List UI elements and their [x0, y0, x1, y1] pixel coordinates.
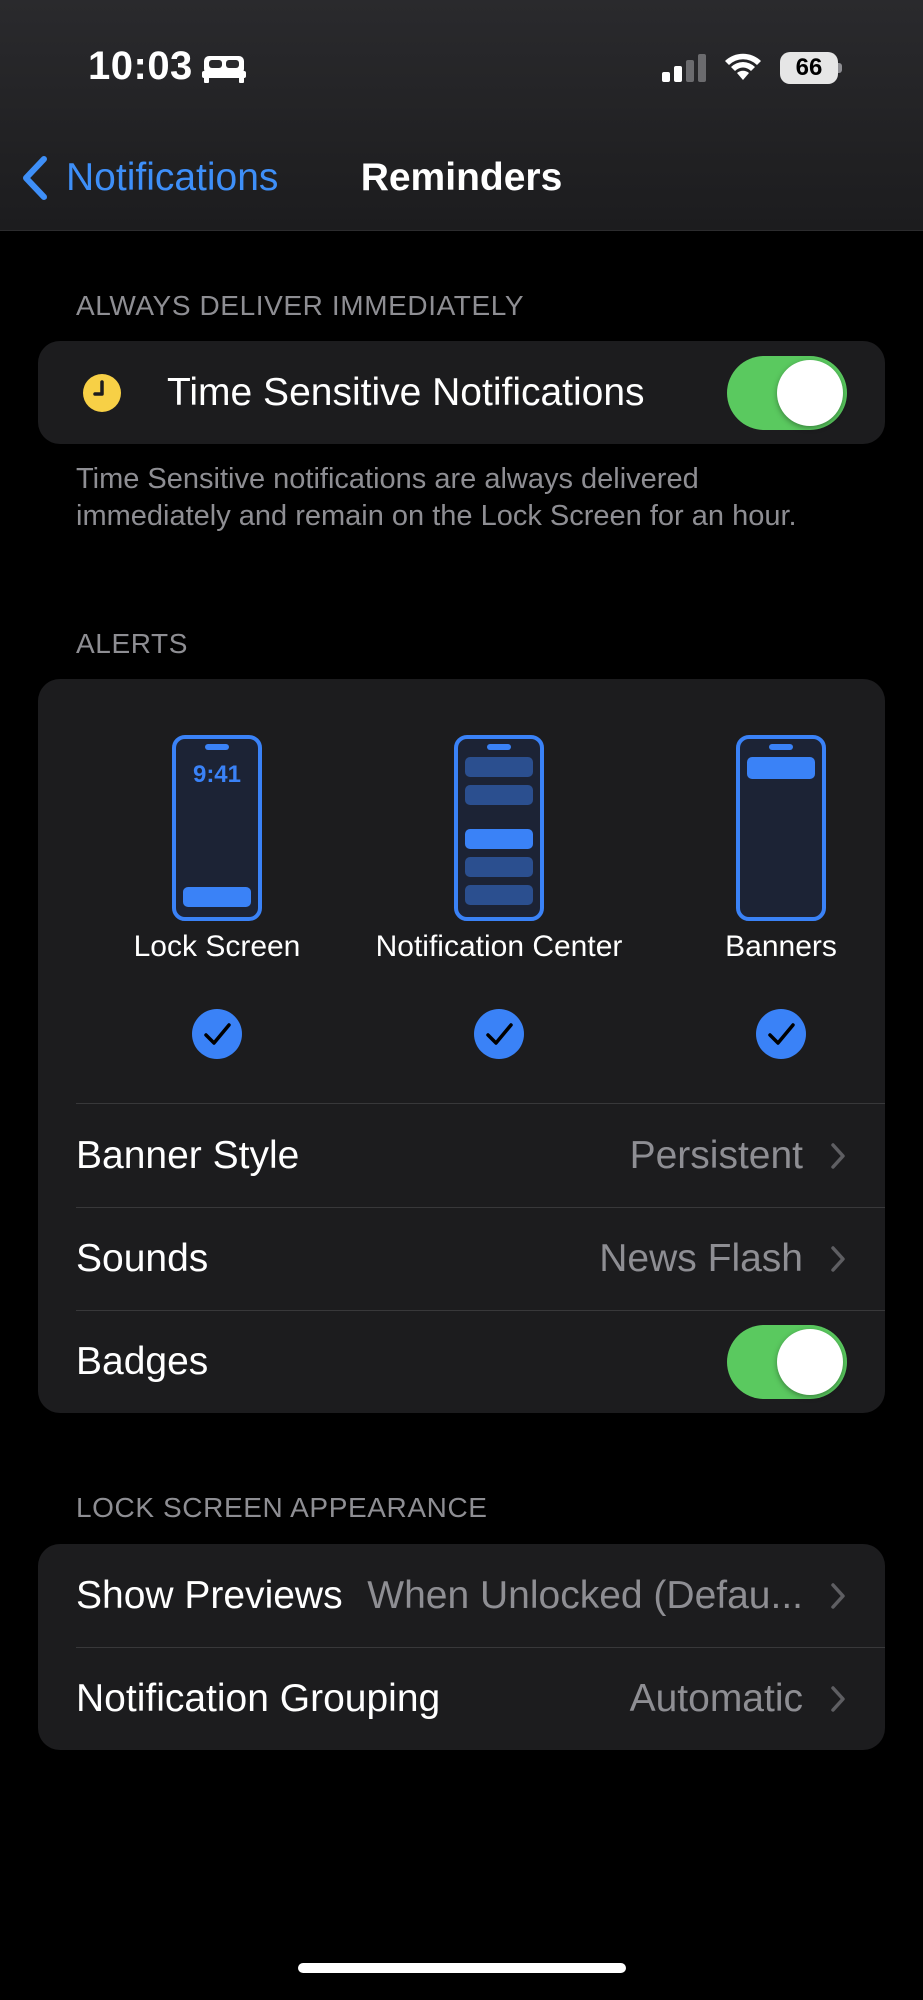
time-sensitive-row: Time Sensitive Notifications	[38, 341, 885, 444]
navigation-bar: 10:03 66 Reminders Notifications	[0, 0, 923, 231]
section-header-alerts: ALERTS	[76, 628, 189, 659]
alert-option-notification-center[interactable]: Notification Center	[358, 679, 640, 1099]
show-previews-row[interactable]: Show Previews When Unlocked (Defau...	[38, 1544, 885, 1647]
section-header-always-deliver: ALWAYS DELIVER IMMEDIATELY	[76, 290, 525, 321]
cellular-signal-icon	[662, 54, 706, 82]
sounds-label: Sounds	[76, 1237, 209, 1280]
alert-option-banners[interactable]: Banners	[640, 679, 922, 1099]
show-previews-value: When Unlocked (Defau...	[367, 1574, 803, 1617]
sounds-row[interactable]: Sounds News Flash	[38, 1207, 885, 1310]
toggle-knob	[777, 1329, 843, 1395]
notification-grouping-row[interactable]: Notification Grouping Automatic	[38, 1647, 885, 1750]
notification-grouping-label: Notification Grouping	[76, 1677, 441, 1720]
bed-icon	[202, 56, 246, 83]
toggle-knob	[777, 360, 843, 426]
alert-option-label: Lock Screen	[133, 930, 301, 963]
checkmark-icon	[192, 1009, 242, 1059]
back-button[interactable]: Notifications	[20, 150, 278, 206]
chevron-right-icon	[831, 1686, 845, 1712]
sounds-value: News Flash	[599, 1237, 803, 1280]
time-sensitive-card: Time Sensitive Notifications	[38, 341, 885, 444]
status-time: 10:03	[88, 44, 193, 88]
battery-icon: 66	[780, 52, 842, 84]
show-previews-label: Show Previews	[76, 1574, 343, 1617]
badges-toggle[interactable]	[727, 1325, 847, 1399]
alert-option-label: Banners	[725, 930, 837, 963]
chevron-right-icon	[831, 1143, 845, 1169]
home-indicator[interactable]	[298, 1963, 626, 1973]
time-sensitive-footer: Time Sensitive notifications are always …	[76, 463, 797, 532]
banner-style-value: Persistent	[629, 1134, 803, 1177]
checkmark-icon	[474, 1009, 524, 1059]
section-header-lock-screen-appearance: LOCK SCREEN APPEARANCE	[76, 1492, 488, 1523]
back-button-label: Notifications	[66, 156, 279, 199]
alerts-card: 9:41 Lock Screen Notification Center Ban…	[38, 679, 885, 1413]
banner-style-row[interactable]: Banner Style Persistent	[38, 1104, 885, 1207]
badges-label: Badges	[76, 1340, 209, 1383]
chevron-left-icon	[23, 156, 47, 200]
notification-grouping-value: Automatic	[629, 1677, 803, 1720]
chevron-right-icon	[831, 1583, 845, 1609]
alert-option-lock-screen[interactable]: 9:41 Lock Screen	[76, 679, 358, 1099]
alert-option-label: Notification Center	[375, 930, 623, 963]
lock-screen-appearance-card: Show Previews When Unlocked (Defau... No…	[38, 1544, 885, 1750]
battery-level: 66	[780, 52, 838, 84]
notification-center-phone-icon	[454, 735, 544, 921]
time-sensitive-label: Time Sensitive Notifications	[167, 371, 645, 414]
badges-row: Badges	[38, 1310, 885, 1413]
chevron-right-icon	[831, 1246, 845, 1272]
clock-icon	[83, 374, 121, 412]
wifi-icon	[725, 53, 761, 80]
banner-style-label: Banner Style	[76, 1134, 300, 1177]
checkmark-icon	[756, 1009, 806, 1059]
banners-phone-icon	[736, 735, 826, 921]
lock-screen-preview-time: 9:41	[192, 761, 242, 788]
time-sensitive-toggle[interactable]	[727, 356, 847, 430]
battery-nub	[838, 63, 842, 73]
